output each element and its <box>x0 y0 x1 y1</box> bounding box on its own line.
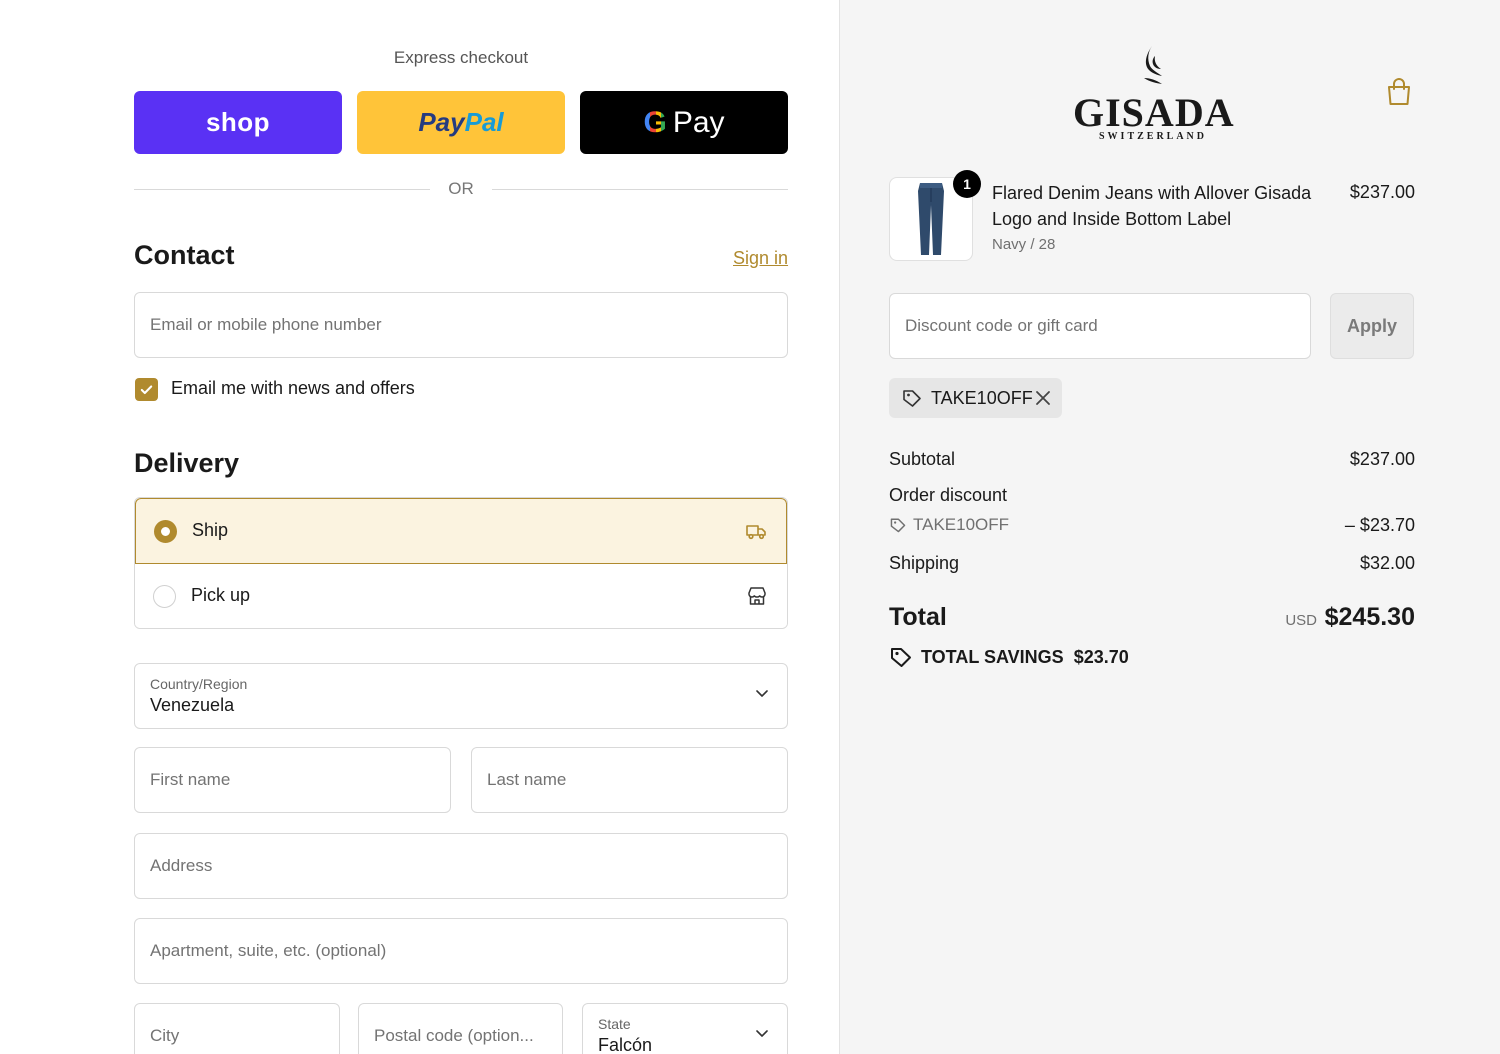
quantity-badge: 1 <box>953 170 981 198</box>
google-pay-label: Pay <box>672 105 725 139</box>
pickup-radio[interactable] <box>153 585 176 608</box>
tag-icon <box>890 518 906 533</box>
country-select-label: Country/Region <box>150 676 248 692</box>
store-icon <box>748 587 766 605</box>
postal-code-field-wrapper <box>358 1003 563 1054</box>
order-discount-value: – $23.70 <box>1344 515 1415 535</box>
state-select-label: State <box>598 1016 631 1032</box>
delivery-option-label: Pick up <box>191 585 251 605</box>
apartment-field-wrapper <box>134 918 788 984</box>
last-name-field-wrapper <box>471 747 788 813</box>
brand-logo[interactable]: GISADA SWITZERLAND <box>1073 44 1235 142</box>
product-name: Flared Denim Jeans with Allover Gisada L… <box>992 183 1312 229</box>
subtotal-label: Subtotal <box>889 449 956 469</box>
wing-logo-icon <box>1144 46 1162 84</box>
total-value: $245.30 <box>1324 603 1415 631</box>
news-opt-in-checkbox[interactable] <box>135 378 158 401</box>
paypal-label-pay: Pay <box>418 107 465 137</box>
subtotal-value: $237.00 <box>1349 449 1415 469</box>
address-field[interactable] <box>135 834 787 898</box>
state-select[interactable]: State Falcón <box>582 1003 788 1054</box>
delivery-option-pickup[interactable]: Pick up <box>135 564 787 628</box>
product-variant: Navy / 28 <box>992 236 1056 253</box>
discount-code-field[interactable] <box>890 294 1310 358</box>
total-savings: TOTAL SAVINGS $23.70 <box>889 645 1129 669</box>
applied-discount-code: TAKE10OFF <box>931 387 1033 408</box>
first-name-field[interactable] <box>135 748 450 812</box>
product-price: $237.00 <box>1349 182 1415 202</box>
shopping-bag-icon[interactable] <box>1385 77 1413 107</box>
email-field-wrapper <box>134 292 788 358</box>
order-discount-code-text: TAKE10OFF <box>913 515 1010 534</box>
first-name-field-wrapper <box>134 747 451 813</box>
tag-icon <box>903 390 921 407</box>
shop-pay-label: shop <box>205 107 271 137</box>
email-field[interactable] <box>135 293 787 357</box>
discount-field-wrapper <box>889 293 1311 359</box>
contact-heading: Contact <box>134 240 235 270</box>
jeans-image <box>918 183 944 255</box>
paypal-button[interactable]: Pay Pal <box>357 91 565 154</box>
google-g-icon: G <box>643 105 667 139</box>
order-discount-label: Order discount <box>889 485 1008 505</box>
chevron-down-icon <box>756 1030 768 1037</box>
total-savings-value: $23.70 <box>1073 646 1129 667</box>
order-discount-code: TAKE10OFF <box>889 515 1009 535</box>
last-name-field[interactable] <box>472 748 787 812</box>
express-checkout-title: Express checkout <box>393 48 529 67</box>
brand-name: GISADA <box>1073 90 1235 135</box>
savings-tag-icon <box>891 648 911 667</box>
total-currency: USD <box>1285 612 1317 629</box>
truck-icon <box>746 525 766 540</box>
address-field-wrapper <box>134 833 788 899</box>
shop-pay-button[interactable]: shop <box>134 91 342 154</box>
city-field[interactable] <box>135 1004 339 1054</box>
delivery-option-label: Ship <box>192 520 229 540</box>
country-select-value: Venezuela <box>150 695 235 715</box>
chevron-down-icon <box>756 690 768 697</box>
delivery-heading: Delivery <box>134 448 240 478</box>
total-savings-label: TOTAL SAVINGS <box>921 646 1064 667</box>
news-opt-in-label: Email me with news and offers <box>171 378 415 398</box>
or-divider-right <box>492 189 788 190</box>
delivery-option-ship[interactable]: Ship <box>135 498 787 564</box>
country-select[interactable]: Country/Region Venezuela <box>134 663 788 729</box>
remove-discount-icon[interactable] <box>1033 388 1053 408</box>
checkout-form-panel: Express checkout shop Pay Pal G Pay OR Co… <box>0 0 839 1054</box>
city-field-wrapper <box>134 1003 340 1054</box>
google-pay-button[interactable]: G Pay <box>580 91 788 154</box>
apartment-field[interactable] <box>135 919 787 983</box>
ship-radio[interactable] <box>154 520 177 543</box>
sign-in-link[interactable]: Sign in <box>733 248 788 269</box>
apply-discount-button[interactable]: Apply <box>1330 293 1414 359</box>
shipping-value: $32.00 <box>1359 553 1415 573</box>
paypal-label-pal: Pal <box>464 107 504 137</box>
or-divider-label: OR <box>448 179 474 198</box>
checkmark-icon <box>140 385 153 394</box>
shipping-label: Shipping <box>889 553 960 573</box>
state-select-value: Falcón <box>598 1035 653 1054</box>
or-divider-left <box>134 189 430 190</box>
postal-code-field[interactable] <box>359 1004 562 1054</box>
delivery-method-group: Ship Pick up <box>134 497 788 629</box>
total-label: Total <box>889 603 947 631</box>
